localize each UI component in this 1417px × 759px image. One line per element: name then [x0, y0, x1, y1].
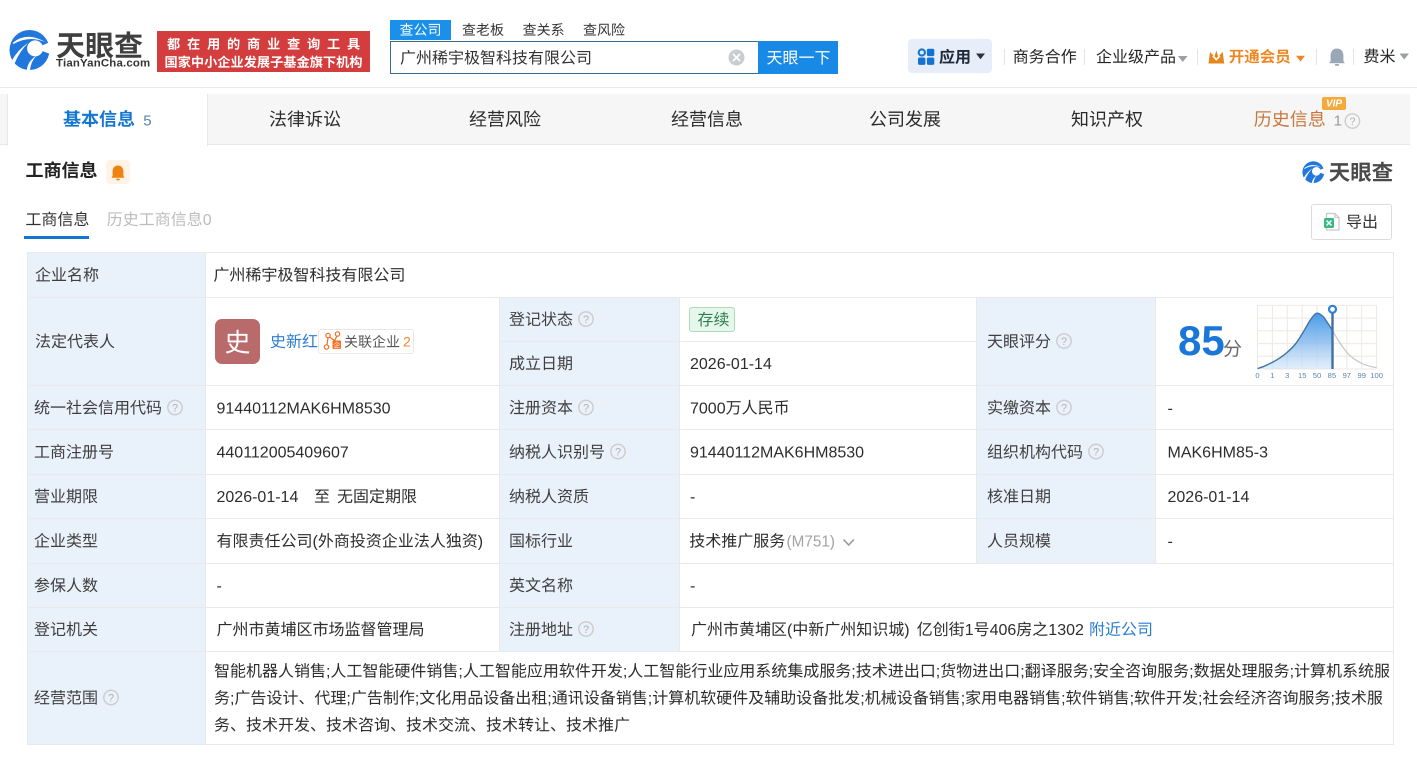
svg-text:15: 15 — [1298, 371, 1306, 380]
svg-text:?: ? — [583, 624, 589, 636]
svg-text:;: ; — [346, 691, 350, 708]
svg-text:;: ; — [458, 664, 462, 681]
svg-text:VIP: VIP — [1326, 99, 1342, 110]
svg-text:;: ; — [1331, 691, 1335, 708]
svg-text:(M751): (M751) — [787, 534, 835, 551]
svg-text:7000: 7000 — [690, 400, 726, 417]
svg-text:MAK6HM85-3: MAK6HM85-3 — [1168, 445, 1269, 462]
svg-text:-: - — [1168, 534, 1173, 551]
svg-text:?: ? — [108, 692, 114, 704]
svg-text:-: - — [217, 578, 222, 595]
svg-text:(: ( — [313, 534, 319, 551]
svg-text:;: ; — [230, 691, 234, 708]
svg-text:2026-01-14: 2026-01-14 — [1168, 489, 1250, 506]
svg-text:TianYanCha.com: TianYanCha.com — [56, 58, 150, 70]
svg-text:-: - — [690, 578, 695, 595]
svg-text:91440112MAK6HM8530: 91440112MAK6HM8530 — [690, 445, 864, 462]
svg-text:;: ; — [1020, 664, 1024, 681]
svg-text:85: 85 — [1328, 371, 1336, 380]
svg-text:1: 1 — [965, 622, 974, 639]
svg-text:99: 99 — [1357, 371, 1365, 380]
svg-text:85: 85 — [1178, 317, 1225, 364]
svg-text:;: ; — [547, 691, 551, 708]
svg-text:;: ; — [326, 664, 330, 681]
svg-text:-: - — [1168, 400, 1173, 417]
svg-text:?: ? — [172, 402, 178, 414]
svg-text:2026-01-14: 2026-01-14 — [217, 489, 299, 506]
svg-text:?: ? — [1093, 446, 1099, 458]
svg-text:;: ; — [860, 691, 864, 708]
svg-text:100: 100 — [1370, 371, 1383, 380]
svg-text:1302: 1302 — [1048, 622, 1084, 639]
svg-text:): ) — [904, 622, 909, 639]
svg-text:1: 1 — [1334, 113, 1342, 130]
svg-text:;: ; — [1198, 691, 1202, 708]
svg-text:440112005409607: 440112005409607 — [217, 445, 349, 462]
svg-text:?: ? — [583, 314, 589, 326]
svg-text:?: ? — [583, 402, 589, 414]
svg-text:3: 3 — [1285, 371, 1289, 380]
svg-text:;: ; — [1290, 664, 1294, 681]
svg-text:91440112MAK6HM8530: 91440112MAK6HM8530 — [217, 400, 391, 417]
svg-text:;: ; — [1189, 664, 1193, 681]
svg-text:-: - — [690, 489, 695, 506]
svg-text:;: ; — [851, 664, 855, 681]
svg-text:;: ; — [415, 691, 419, 708]
svg-text:50: 50 — [1313, 371, 1321, 380]
svg-text:1: 1 — [1270, 371, 1274, 380]
svg-text:?: ? — [1061, 336, 1067, 348]
svg-text:97: 97 — [1343, 371, 1351, 380]
svg-text:406: 406 — [990, 622, 1017, 639]
svg-text:;: ; — [1130, 691, 1134, 708]
svg-text:?: ? — [615, 446, 621, 458]
svg-text:0: 0 — [1255, 371, 1259, 380]
svg-text:?: ? — [1349, 116, 1355, 128]
svg-text:0: 0 — [203, 212, 212, 229]
svg-text:(: ( — [787, 622, 793, 639]
svg-text:?: ? — [1061, 402, 1067, 414]
svg-text:;: ; — [1061, 691, 1065, 708]
svg-text:): ) — [478, 534, 483, 551]
svg-text:;: ; — [936, 664, 940, 681]
svg-text:;: ; — [1089, 664, 1093, 681]
svg-text:2: 2 — [403, 334, 411, 350]
svg-text:5: 5 — [143, 113, 151, 130]
svg-text:;: ; — [961, 691, 965, 708]
svg-text:;: ; — [623, 664, 627, 681]
svg-text:;: ; — [648, 691, 652, 708]
svg-text:2026-01-14: 2026-01-14 — [690, 356, 772, 373]
